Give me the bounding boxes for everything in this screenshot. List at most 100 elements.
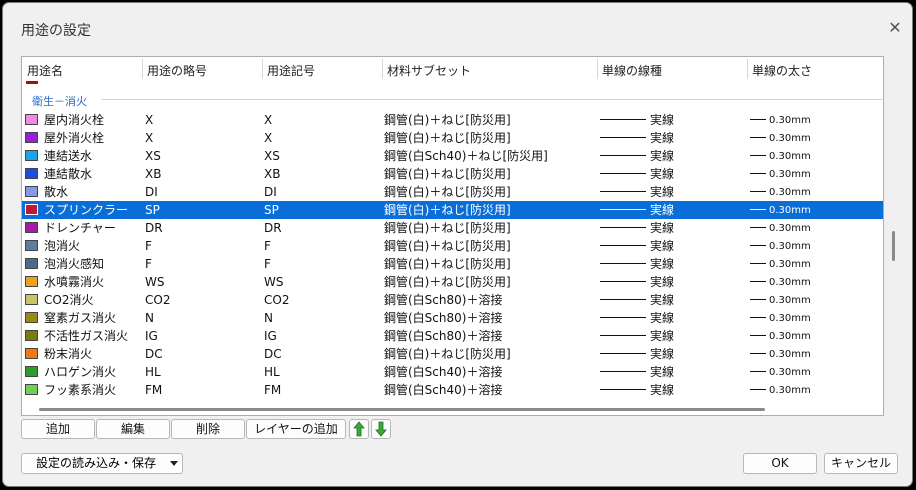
usage-symbol: DI bbox=[264, 185, 277, 199]
usage-symbol: SP bbox=[264, 203, 279, 217]
material-subset: 鋼管(白Sch80)＋溶接 bbox=[384, 293, 503, 307]
thickness: 0.30mm bbox=[769, 205, 811, 216]
linetype: 実線 bbox=[650, 239, 675, 253]
column-divider[interactable] bbox=[142, 59, 143, 79]
color-swatch[interactable] bbox=[25, 294, 38, 305]
vertical-scrollbar-thumb[interactable] bbox=[892, 231, 895, 261]
usage-abbr: XB bbox=[145, 167, 162, 181]
material-subset: 鋼管(白)＋ねじ[防災用] bbox=[384, 347, 511, 361]
material-subset: 鋼管(白Sch80)＋溶接 bbox=[384, 311, 503, 325]
table-row[interactable]: 屋外消火栓 X X 鋼管(白)＋ねじ[防災用] 実線 0.30mm bbox=[22, 129, 883, 147]
color-swatch[interactable] bbox=[25, 276, 38, 287]
usage-grid: 用途名 用途の略号 用途記号 材料サブセット 単線の線種 単線の太さ 衛生－消火… bbox=[21, 56, 884, 416]
horizontal-scrollbar-thumb[interactable] bbox=[39, 408, 765, 411]
table-row[interactable]: CO2消火 CO2 CO2 鋼管(白Sch80)＋溶接 実線 0.30mm bbox=[22, 291, 883, 309]
move-down-button[interactable] bbox=[371, 419, 391, 439]
usage-abbr: DR bbox=[145, 221, 163, 235]
column-divider[interactable] bbox=[262, 59, 263, 79]
usage-abbr: FM bbox=[145, 383, 163, 397]
color-swatch[interactable] bbox=[25, 348, 38, 359]
color-swatch[interactable] bbox=[25, 150, 38, 161]
table-row[interactable]: 水噴霧消火 WS WS 鋼管(白)＋ねじ[防災用] 実線 0.30mm bbox=[22, 273, 883, 291]
table-row[interactable]: 窒素ガス消火 N N 鋼管(白Sch80)＋溶接 実線 0.30mm bbox=[22, 309, 883, 327]
delete-button[interactable]: 削除 bbox=[171, 419, 245, 439]
edit-button[interactable]: 編集 bbox=[96, 419, 170, 439]
color-swatch[interactable] bbox=[25, 186, 38, 197]
load-save-settings-dropdown[interactable]: 設定の読み込み・保存 bbox=[21, 453, 183, 474]
usage-abbr: CO2 bbox=[145, 293, 171, 307]
cancel-button[interactable]: キャンセル bbox=[824, 453, 898, 474]
close-icon[interactable]: ✕ bbox=[885, 18, 905, 38]
column-divider[interactable] bbox=[747, 59, 748, 79]
color-swatch[interactable] bbox=[25, 384, 38, 395]
ok-button[interactable]: OK bbox=[743, 453, 817, 474]
color-swatch[interactable] bbox=[25, 240, 38, 251]
material-subset: 鋼管(白)＋ねじ[防災用] bbox=[384, 113, 511, 127]
group-label: 衛生－消火 bbox=[32, 95, 87, 108]
usage-name: ドレンチャー bbox=[44, 221, 116, 235]
usage-symbol: X bbox=[264, 113, 273, 127]
material-subset: 鋼管(白Sch40)＋溶接 bbox=[384, 365, 503, 379]
move-up-button[interactable] bbox=[349, 419, 369, 439]
column-header-linetype[interactable]: 単線の線種 bbox=[602, 62, 662, 79]
add-layer-button[interactable]: レイヤーの追加 bbox=[246, 419, 346, 439]
group-divider bbox=[102, 99, 882, 100]
thickness: 0.30mm bbox=[769, 223, 811, 234]
linetype: 実線 bbox=[650, 293, 675, 307]
column-header-name[interactable]: 用途名 bbox=[27, 62, 63, 79]
usage-name: フッ素系消火 bbox=[44, 383, 117, 397]
color-swatch[interactable] bbox=[25, 330, 38, 341]
color-swatch[interactable] bbox=[25, 312, 38, 323]
table-row[interactable]: 不活性ガス消火 IG IG 鋼管(白Sch80)＋溶接 実線 0.30mm bbox=[22, 327, 883, 345]
table-row[interactable]: 散水 DI DI 鋼管(白)＋ねじ[防災用] 実線 0.30mm bbox=[22, 183, 883, 201]
chevron-down-icon bbox=[170, 461, 178, 466]
linetype: 実線 bbox=[650, 113, 675, 127]
column-divider[interactable] bbox=[382, 59, 383, 79]
table-row[interactable]: ドレンチャー DR DR 鋼管(白)＋ねじ[防災用] 実線 0.30mm bbox=[22, 219, 883, 237]
thickness: 0.30mm bbox=[769, 151, 811, 162]
thickness: 0.30mm bbox=[769, 349, 811, 360]
table-row[interactable]: スプリンクラー SP SP 鋼管(白)＋ねじ[防災用] 実線 0.30mm bbox=[22, 201, 883, 219]
usage-abbr: N bbox=[145, 311, 154, 325]
table-row[interactable]: フッ素系消火 FM FM 鋼管(白Sch40)＋溶接 実線 0.30mm bbox=[22, 381, 883, 399]
table-row[interactable]: 粉末消火 DC DC 鋼管(白)＋ねじ[防災用] 実線 0.30mm bbox=[22, 345, 883, 363]
linetype-preview bbox=[600, 209, 646, 210]
thickness-preview bbox=[750, 299, 766, 300]
thickness-preview bbox=[750, 317, 766, 318]
usage-symbol: F bbox=[264, 239, 271, 253]
usage-settings-dialog: 用途の設定 ✕ 用途名 用途の略号 用途記号 材料サブセット 単線の線種 単線の… bbox=[2, 2, 913, 487]
thickness-preview bbox=[750, 245, 766, 246]
color-swatch[interactable] bbox=[25, 114, 38, 125]
table-row[interactable]: ハロゲン消火 HL HL 鋼管(白Sch40)＋溶接 実線 0.30mm bbox=[22, 363, 883, 381]
color-swatch[interactable] bbox=[25, 222, 38, 233]
table-row[interactable]: 連結散水 XB XB 鋼管(白)＋ねじ[防災用] 実線 0.30mm bbox=[22, 165, 883, 183]
table-row[interactable]: 泡消火 F F 鋼管(白)＋ねじ[防災用] 実線 0.30mm bbox=[22, 237, 883, 255]
column-header-abbr[interactable]: 用途の略号 bbox=[147, 62, 207, 79]
usage-name: 不活性ガス消火 bbox=[44, 329, 129, 343]
linetype-preview bbox=[600, 263, 646, 264]
thickness-preview bbox=[750, 119, 766, 120]
add-button[interactable]: 追加 bbox=[21, 419, 95, 439]
column-header-symbol[interactable]: 用途記号 bbox=[267, 62, 315, 79]
column-divider[interactable] bbox=[597, 59, 598, 79]
linetype-preview bbox=[600, 245, 646, 246]
table-row[interactable]: 屋内消火栓 X X 鋼管(白)＋ねじ[防災用] 実線 0.30mm bbox=[22, 111, 883, 129]
grid-header: 用途名 用途の略号 用途記号 材料サブセット 単線の線種 単線の太さ bbox=[22, 57, 883, 81]
usage-symbol: CO2 bbox=[264, 293, 290, 307]
color-swatch[interactable] bbox=[25, 132, 38, 143]
table-row[interactable]: 連結送水 XS XS 鋼管(白Sch40)＋ねじ[防災用] 実線 0.30mm bbox=[22, 147, 883, 165]
thickness: 0.30mm bbox=[769, 115, 811, 126]
material-subset: 鋼管(白Sch40)＋ねじ[防災用] bbox=[384, 149, 548, 163]
linetype-preview bbox=[600, 281, 646, 282]
usage-abbr: X bbox=[145, 113, 154, 127]
column-header-subset[interactable]: 材料サブセット bbox=[387, 62, 471, 79]
table-row[interactable]: 泡消火感知 F F 鋼管(白)＋ねじ[防災用] 実線 0.30mm bbox=[22, 255, 883, 273]
color-swatch[interactable] bbox=[25, 258, 38, 269]
color-swatch[interactable] bbox=[25, 366, 38, 377]
material-subset: 鋼管(白)＋ねじ[防災用] bbox=[384, 203, 511, 217]
column-header-thickness[interactable]: 単線の太さ bbox=[752, 62, 812, 79]
color-swatch[interactable] bbox=[25, 168, 38, 179]
usage-abbr: F bbox=[145, 239, 152, 253]
material-subset: 鋼管(白Sch40)＋溶接 bbox=[384, 383, 503, 397]
color-swatch[interactable] bbox=[25, 204, 38, 215]
